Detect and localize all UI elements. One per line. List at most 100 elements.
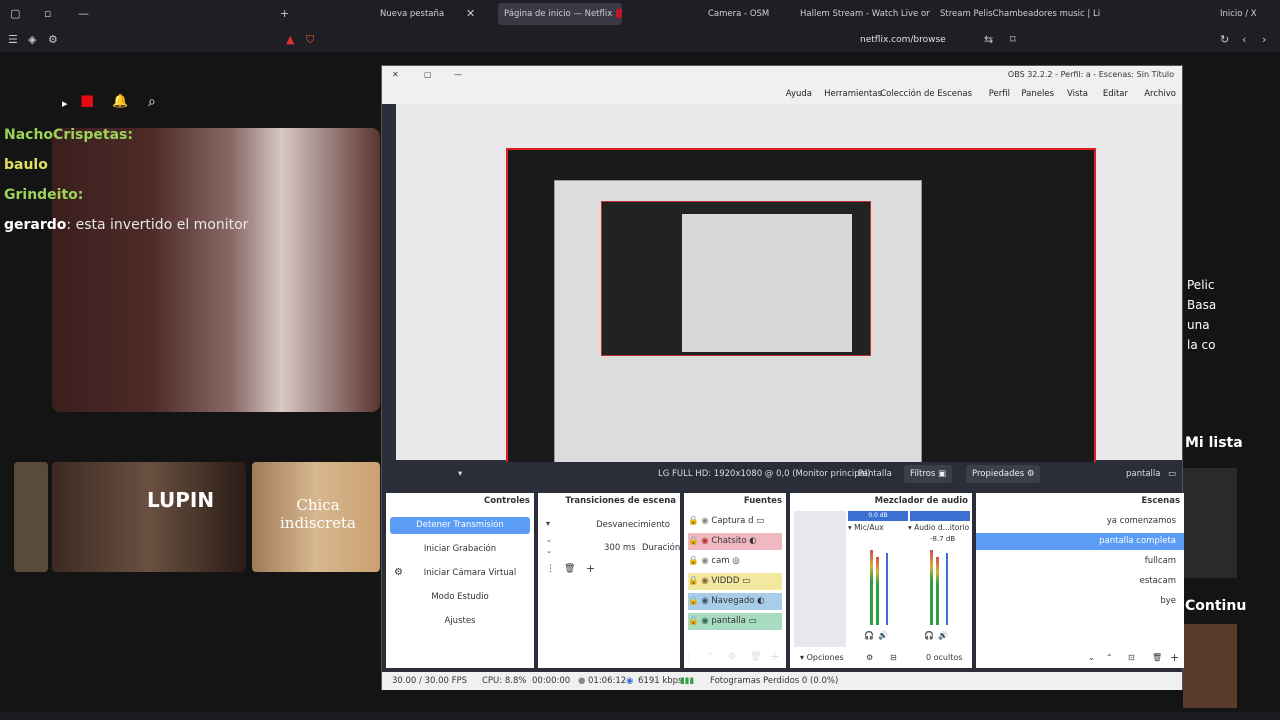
- settings-button[interactable]: Ajustes: [390, 613, 530, 630]
- maximize-icon[interactable]: ▢: [424, 66, 432, 84]
- nested-obs-preview: [554, 180, 922, 468]
- tab-stream[interactable]: Stream PelisChambeadores music | Lista: [940, 3, 1100, 25]
- scene-item-selected[interactable]: pantalla completa: [976, 533, 1184, 550]
- chevron-down-icon[interactable]: ⌄: [1088, 653, 1095, 662]
- title-card[interactable]: [1183, 468, 1237, 578]
- tab-new[interactable]: Nueva pestaña: [380, 3, 450, 25]
- title-card[interactable]: [14, 462, 48, 572]
- minus-icon[interactable]: —: [78, 8, 89, 20]
- source-item[interactable]: 🔒 ◉ Captura d ▭: [688, 513, 782, 530]
- trash-icon[interactable]: 🗑: [750, 652, 761, 662]
- stop-stream-button[interactable]: Detener Transmisión: [390, 517, 530, 534]
- search-icon[interactable]: ⌕: [148, 95, 156, 109]
- source-item[interactable]: 🔒 ◉ VIDDD ▭: [688, 573, 782, 590]
- transitions-dock: Transiciones de escena Desvanecimiento ▾…: [538, 493, 680, 668]
- menu-help[interactable]: Ayuda: [786, 84, 812, 104]
- scenes-dock: Escenas ya comenzamos pantalla completa …: [976, 493, 1184, 668]
- close-tab-icon[interactable]: ✕: [466, 8, 475, 20]
- chevron-up-icon[interactable]: ⌃: [706, 652, 714, 662]
- back-icon[interactable]: ‹: [1242, 34, 1246, 46]
- settings-icon[interactable]: ⊟: [890, 653, 897, 662]
- close-icon[interactable]: ✕: [392, 66, 399, 84]
- add-icon[interactable]: +: [1170, 651, 1179, 664]
- headphones-icon[interactable]: 🎧: [924, 631, 934, 640]
- new-tab-icon[interactable]: +: [280, 8, 289, 20]
- add-icon[interactable]: +: [770, 650, 779, 663]
- brave-shield-icon[interactable]: ⛉: [306, 34, 314, 46]
- tab-overview-icon[interactable]: ▫: [44, 8, 51, 20]
- sources-dock: Fuentes 🔒 ◉ Captura d ▭ 🔒 ◉ Chatsito ◐ 🔒…: [684, 493, 786, 668]
- scene-item[interactable]: fullcam: [976, 553, 1184, 570]
- trash-icon[interactable]: 🗑: [564, 564, 575, 574]
- gear-icon[interactable]: ⚙: [394, 567, 403, 578]
- volume-slider[interactable]: [946, 553, 948, 625]
- menu-docks[interactable]: Paneles: [1021, 84, 1054, 104]
- filter-icon[interactable]: ⊡: [1128, 653, 1135, 662]
- scene-item[interactable]: ya comenzamos: [976, 513, 1184, 530]
- menu-profile[interactable]: Perfil: [989, 84, 1010, 104]
- shield-icon[interactable]: ◈: [28, 34, 36, 46]
- window-icon[interactable]: ▢: [10, 8, 20, 20]
- properties-button[interactable]: Propiedades ⚙: [966, 465, 1041, 483]
- trash-icon[interactable]: 🗑: [1152, 653, 1162, 662]
- bookmark-icon[interactable]: ⌑: [1010, 34, 1016, 46]
- duration-spinbox[interactable]: 300 ms: [604, 543, 636, 553]
- studio-mode-button[interactable]: Modo Estudio: [390, 589, 530, 606]
- headphones-icon[interactable]: 🎧: [864, 631, 874, 640]
- gear-icon[interactable]: ⚙: [866, 653, 873, 662]
- audio-meter: [936, 557, 939, 625]
- menu-file[interactable]: Archivo: [1144, 84, 1176, 104]
- volume-slider[interactable]: [886, 553, 888, 625]
- obs-title: OBS 32.2.2 - Perfil: a - Escenas: Sin Tí…: [1007, 70, 1174, 79]
- tab-x[interactable]: Inicio / X: [1220, 3, 1280, 25]
- source-toolbar: ▾ LG FULL HD: 1920x1080 @ 0,0 (Monitor p…: [382, 462, 1182, 486]
- options-dropdown[interactable]: ▾ Opciones: [800, 653, 844, 662]
- more-icon[interactable]: ⋮: [684, 652, 693, 662]
- add-icon[interactable]: +: [586, 562, 595, 575]
- menu-icon[interactable]: ☰: [8, 34, 18, 46]
- minimize-icon[interactable]: —: [454, 66, 462, 84]
- bell-icon[interactable]: 🔔: [112, 95, 128, 108]
- source-item[interactable]: 🔒 ◉ Chatsito ◐: [688, 533, 782, 550]
- reload-icon[interactable]: ↻: [1220, 34, 1229, 46]
- filters-button[interactable]: Filtros ▣: [904, 465, 952, 483]
- chat-message: baulo: [4, 157, 48, 173]
- menu-scene-collection[interactable]: Colección de Escenas: [880, 84, 972, 104]
- chevron-up-icon[interactable]: ⌃: [1106, 653, 1113, 662]
- virtual-camera-button[interactable]: Iniciar Cámara Virtual: [410, 565, 530, 582]
- menu-edit[interactable]: Editar: [1103, 84, 1128, 104]
- tab-hallem[interactable]: Hallem Stream - Watch Live on: [800, 3, 930, 25]
- start-recording-button[interactable]: Iniciar Grabación: [390, 541, 530, 558]
- obs-preview[interactable]: [396, 104, 1182, 482]
- source-item[interactable]: 🔒 ◉ Navegado ◐: [688, 593, 782, 610]
- menu-view[interactable]: Vista: [1067, 84, 1088, 104]
- tab-netflix[interactable]: Página de inicio — Netflix: [498, 3, 622, 25]
- title-card-lupin[interactable]: LUPIN: [52, 462, 246, 572]
- caret-icon: ▸: [62, 97, 68, 110]
- preview-canvas[interactable]: [506, 148, 1096, 482]
- gear-icon[interactable]: ⚙: [728, 652, 736, 662]
- alert-icon[interactable]: ▲: [286, 34, 294, 46]
- hero-video[interactable]: [52, 128, 380, 412]
- forward-icon[interactable]: ›: [1262, 34, 1266, 46]
- menu-tools[interactable]: Herramientas: [824, 84, 882, 104]
- extensions-icon[interactable]: ⚙: [48, 34, 58, 46]
- speaker-icon[interactable]: 🔊: [878, 631, 888, 640]
- source-item[interactable]: 🔒 ◉ cam ◎: [688, 553, 782, 570]
- more-icon[interactable]: ⋮: [546, 564, 555, 574]
- channel-name-mic: ▾ Mic/Aux: [848, 523, 884, 532]
- title-card[interactable]: [1183, 624, 1237, 708]
- tab-camera[interactable]: Camera - OSM: [708, 3, 780, 25]
- chat-message: NachoCrispetas:: [4, 127, 133, 143]
- source-item[interactable]: 🔒 ◉ pantalla ▭: [688, 613, 782, 630]
- scene-item[interactable]: estacam: [976, 573, 1184, 590]
- transition-select[interactable]: Desvanecimiento: [542, 517, 676, 534]
- scene-item[interactable]: bye: [976, 593, 1184, 610]
- signal-icon: ▮▮▮: [680, 676, 695, 686]
- url-field[interactable]: netflix.com/browse: [860, 31, 1000, 49]
- chevron-down-icon[interactable]: ▾: [458, 462, 462, 486]
- spin-arrows-icon[interactable]: ⌃ ⌄: [546, 539, 552, 555]
- speaker-icon[interactable]: 🔊: [938, 631, 948, 640]
- title-card-chica[interactable]: Chica indiscreta: [252, 462, 380, 572]
- record-icon: ●: [578, 676, 586, 686]
